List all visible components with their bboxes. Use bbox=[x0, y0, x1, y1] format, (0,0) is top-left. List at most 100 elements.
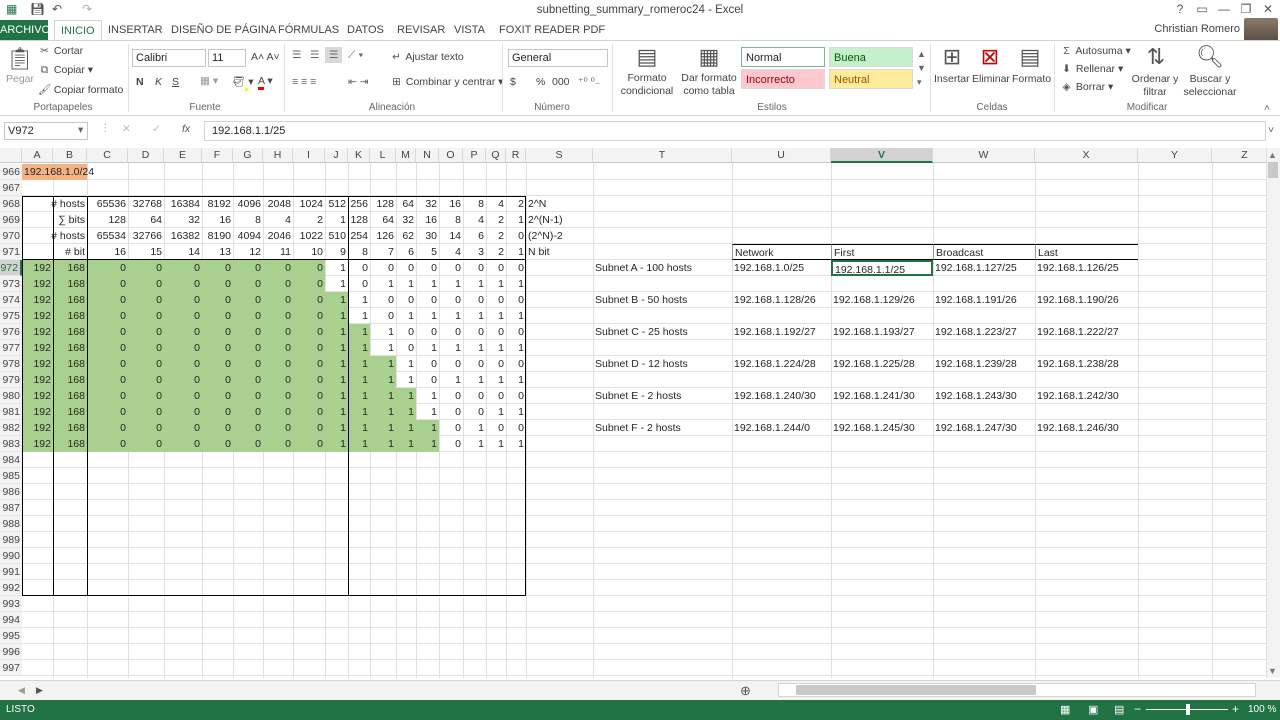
header-value-cell[interactable]: 4 bbox=[439, 244, 463, 260]
bit-cell[interactable]: 0 bbox=[439, 388, 463, 404]
bit-cell[interactable]: 0 bbox=[439, 324, 463, 340]
bit-cell[interactable]: 0 bbox=[293, 436, 325, 452]
header-value-cell[interactable]: 2 bbox=[486, 212, 506, 228]
header-value-cell[interactable]: 126 bbox=[370, 228, 396, 244]
header-value-cell[interactable]: 4 bbox=[486, 196, 506, 212]
bit-cell[interactable]: 192 bbox=[22, 292, 53, 308]
bit-cell[interactable]: 1 bbox=[325, 388, 348, 404]
header-value-cell[interactable]: 3 bbox=[463, 244, 486, 260]
bit-cell[interactable]: 0 bbox=[87, 260, 128, 276]
column-header-a[interactable]: A bbox=[22, 148, 53, 163]
insert-cells-button[interactable]: Insertar bbox=[934, 73, 970, 85]
header-value-cell[interactable]: 6 bbox=[463, 228, 486, 244]
bit-cell[interactable]: 0 bbox=[233, 260, 263, 276]
row-header[interactable]: 983 bbox=[0, 436, 22, 452]
header-value-cell[interactable]: 128 bbox=[348, 212, 370, 228]
bit-cell[interactable]: 0 bbox=[486, 260, 506, 276]
bit-cell[interactable]: 0 bbox=[233, 308, 263, 324]
row-header[interactable]: 997 bbox=[0, 660, 22, 676]
header-value-cell[interactable]: 16 bbox=[439, 196, 463, 212]
subnet-broadcast[interactable]: 192.168.1.223/27 bbox=[933, 324, 1035, 340]
bit-cell[interactable]: 1 bbox=[486, 372, 506, 388]
bit-cell[interactable]: 192 bbox=[22, 420, 53, 436]
add-sheet-icon[interactable]: ⊕ bbox=[740, 683, 751, 699]
expand-formula-bar-icon[interactable]: ˅ bbox=[1268, 124, 1274, 136]
bit-cell[interactable]: 0 bbox=[202, 340, 233, 356]
bit-cell[interactable]: 0 bbox=[87, 436, 128, 452]
header-value-cell[interactable]: 16 bbox=[87, 244, 128, 260]
bit-cell[interactable]: 1 bbox=[463, 436, 486, 452]
bit-cell[interactable]: 1 bbox=[416, 340, 439, 356]
bit-cell[interactable]: 0 bbox=[348, 276, 370, 292]
row-header[interactable]: 966 bbox=[0, 164, 22, 180]
formula-input[interactable] bbox=[204, 121, 1266, 141]
bit-cell[interactable]: 168 bbox=[53, 372, 87, 388]
bit-cell[interactable]: 1 bbox=[506, 340, 526, 356]
bit-cell[interactable]: 0 bbox=[233, 356, 263, 372]
bit-cell[interactable]: 0 bbox=[263, 372, 293, 388]
header-value-cell[interactable]: 0 bbox=[506, 228, 526, 244]
bit-cell[interactable]: 0 bbox=[87, 404, 128, 420]
bit-cell[interactable]: 0 bbox=[293, 292, 325, 308]
bit-cell[interactable]: 168 bbox=[53, 436, 87, 452]
subnet-name[interactable]: Subnet D - 12 hosts bbox=[593, 356, 732, 372]
row-header[interactable]: 976 bbox=[0, 324, 22, 340]
row-header[interactable]: 988 bbox=[0, 516, 22, 532]
close-button[interactable]: ✕ bbox=[1258, 2, 1278, 16]
bit-cell[interactable]: 0 bbox=[370, 260, 396, 276]
fill-button[interactable]: ⬇ Rellenar ▾ bbox=[1060, 63, 1123, 75]
subnet-first[interactable]: 192.168.1.245/30 bbox=[831, 420, 933, 436]
thousands-button[interactable]: 000 bbox=[552, 76, 570, 88]
insert-cells-icon[interactable]: ⊞ bbox=[938, 44, 966, 70]
header-value-cell[interactable]: 256 bbox=[348, 196, 370, 212]
header-value-cell[interactable]: 4094 bbox=[233, 228, 263, 244]
header-value-cell[interactable]: 13 bbox=[202, 244, 233, 260]
bit-cell[interactable]: 0 bbox=[164, 276, 202, 292]
bit-cell[interactable]: 0 bbox=[202, 276, 233, 292]
bit-cell[interactable]: 1 bbox=[370, 420, 396, 436]
column-header-k[interactable]: K bbox=[348, 148, 370, 163]
header-value-cell[interactable]: 8190 bbox=[202, 228, 233, 244]
header-value-cell[interactable]: 8192 bbox=[202, 196, 233, 212]
scroll-down-icon[interactable]: ▼ bbox=[1268, 666, 1277, 676]
tab-formulas[interactable]: FÓRMULAS bbox=[278, 20, 339, 40]
clear-button[interactable]: ◈ Borrar ▾ bbox=[1060, 81, 1113, 93]
zoom-level[interactable]: 100 % bbox=[1248, 704, 1276, 715]
bit-cell[interactable]: 0 bbox=[164, 340, 202, 356]
bit-cell[interactable]: 1 bbox=[506, 436, 526, 452]
subnet-name[interactable]: Subnet F - 2 hosts bbox=[593, 420, 732, 436]
header-value-cell[interactable]: 128 bbox=[87, 212, 128, 228]
bit-cell[interactable]: 0 bbox=[439, 420, 463, 436]
find-select-button[interactable]: Buscar y seleccionar bbox=[1180, 73, 1240, 99]
bit-cell[interactable]: 1 bbox=[370, 404, 396, 420]
decimal-icon[interactable]: ⁺⁰ ⁰₋ bbox=[578, 76, 600, 88]
bit-cell[interactable]: 0 bbox=[263, 436, 293, 452]
subnet-network[interactable]: 192.168.1.244/0 bbox=[732, 420, 831, 436]
bit-cell[interactable]: 0 bbox=[87, 292, 128, 308]
row-header[interactable]: 974 bbox=[0, 292, 22, 308]
row-header[interactable]: 977 bbox=[0, 340, 22, 356]
delete-cells-icon[interactable]: ⊠ bbox=[976, 44, 1004, 70]
header-value-cell[interactable]: 128 bbox=[370, 196, 396, 212]
bit-cell[interactable]: 0 bbox=[348, 260, 370, 276]
bit-cell[interactable]: 1 bbox=[396, 356, 416, 372]
page-break-view-icon[interactable]: ▤ bbox=[1114, 703, 1124, 716]
bit-cell[interactable]: 0 bbox=[293, 356, 325, 372]
bit-cell[interactable]: 0 bbox=[463, 260, 486, 276]
bit-cell[interactable]: 0 bbox=[87, 276, 128, 292]
bit-cell[interactable]: 1 bbox=[348, 436, 370, 452]
bit-cell[interactable]: 0 bbox=[164, 404, 202, 420]
bit-cell[interactable]: 0 bbox=[128, 372, 164, 388]
paste-button[interactable]: Pegar bbox=[6, 73, 34, 85]
bit-cell[interactable]: 1 bbox=[463, 308, 486, 324]
bit-cell[interactable]: 0 bbox=[263, 260, 293, 276]
column-header-e[interactable]: E bbox=[164, 148, 202, 163]
subnet-broadcast[interactable]: 192.168.1.247/30 bbox=[933, 420, 1035, 436]
bit-cell[interactable]: 1 bbox=[325, 260, 348, 276]
header-value-cell[interactable]: 65534 bbox=[87, 228, 128, 244]
bit-cell[interactable]: 0 bbox=[202, 372, 233, 388]
bit-cell[interactable]: 168 bbox=[53, 404, 87, 420]
bit-cell[interactable]: 0 bbox=[128, 340, 164, 356]
bit-cell[interactable]: 1 bbox=[486, 404, 506, 420]
column-header-w[interactable]: W bbox=[933, 148, 1035, 163]
